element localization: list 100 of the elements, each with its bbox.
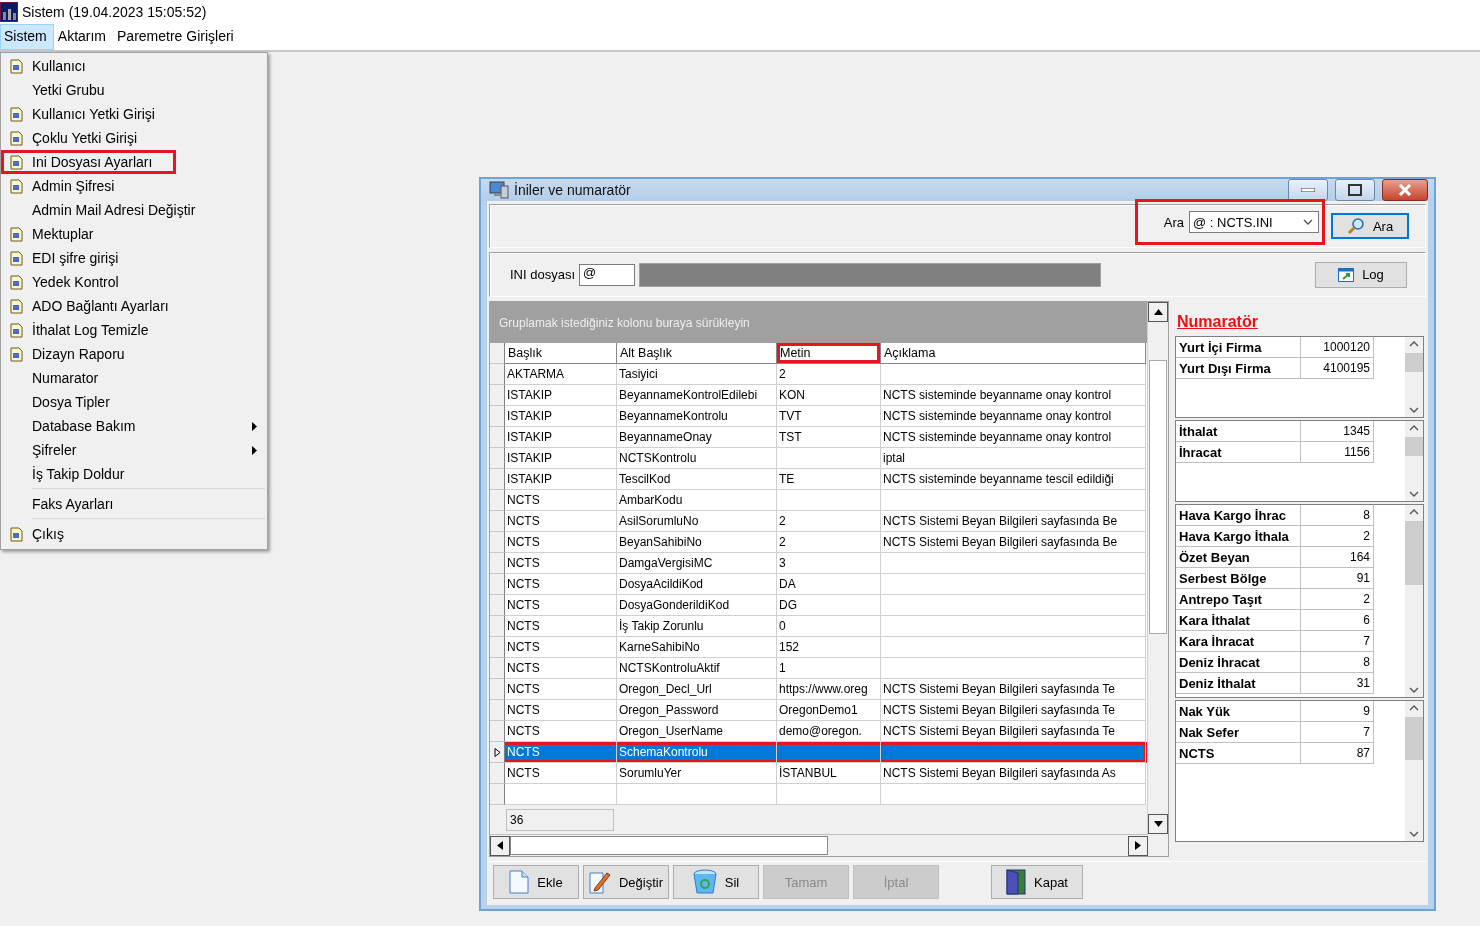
scroll-thumb[interactable] [1405, 521, 1423, 585]
menu-item[interactable]: Admin Şifresi [1, 174, 267, 198]
horizontal-scrollbar[interactable] [490, 834, 1148, 856]
menu-item[interactable]: Kullanıcı [1, 54, 267, 78]
table-row[interactable]: NCTS KarneSahibiNo 152 [490, 637, 1147, 658]
table-cell: NCTS [505, 721, 617, 742]
menu-bar-item[interactable]: Aktarım [53, 24, 114, 50]
column-header[interactable]: Metin [777, 343, 881, 364]
add-button[interactable]: Ekle [493, 865, 579, 899]
menu-item[interactable]: İthalat Log Temizle [1, 318, 267, 342]
table-cell: 152 [777, 637, 881, 658]
table-row[interactable]: NCTS Oregon_Password OregonDemo1 NCTS Sistemi Beyan Bilgileri sayfasında Te [490, 700, 1147, 721]
scroll-thumb[interactable] [1405, 717, 1423, 761]
log-button[interactable]: Log [1315, 261, 1407, 288]
table-row[interactable]: AKTARMA Tasiyici 2 [490, 364, 1147, 385]
table-row[interactable]: ISTAKIP BeyannameKontrolEdilebi KON NCTS sisteminde beyanname onay kontrol [490, 385, 1147, 406]
minimize-button[interactable] [1288, 179, 1328, 201]
document-icon [9, 526, 24, 542]
menu-item[interactable]: Kullanıcı Yetki Girişi [1, 102, 267, 126]
ini-file-label: INI dosyası [510, 267, 576, 282]
vertical-scrollbar[interactable] [1147, 302, 1168, 834]
menu-item[interactable]: Şifreler [1, 438, 267, 462]
menu-item[interactable]: Admin Mail Adresi Değiştir [1, 198, 267, 222]
table-row[interactable]: ISTAKIP NCTSKontrolu iptal [490, 448, 1147, 469]
table-cell: Oregon_Password [617, 700, 777, 721]
counter-label: Kara İthalat [1176, 610, 1301, 631]
search-combobox[interactable]: @ : NCTS.INI [1189, 211, 1319, 233]
scrollbar[interactable] [1405, 505, 1423, 697]
table-cell: İSTANBUL [777, 763, 881, 784]
table-row[interactable]: ISTAKIP BeyannameOnay TST NCTS sisteminde beyanname onay kontrol [490, 427, 1147, 448]
menu-item[interactable]: EDI şifre girişi [1, 246, 267, 270]
column-header[interactable]: Başlık [505, 343, 617, 364]
close-button[interactable] [1382, 179, 1428, 201]
table-row[interactable]: NCTS Oregon_Decl_Url https://www.oreg NCTS Sistemi Beyan Bilgileri sayfasında Te [490, 679, 1147, 700]
table-row[interactable]: NCTS SorumluYer İSTANBUL NCTS Sistemi Beyan Bilgileri sayfasında As [490, 763, 1147, 784]
menu-item[interactable]: Dosya Tipler [1, 390, 267, 414]
menu-item[interactable]: Ini Dosyası Ayarları [1, 150, 176, 174]
menu-bar-item[interactable]: Paremetre Girişleri [113, 24, 241, 50]
counter-value: 87 [1301, 743, 1374, 764]
scroll-thumb[interactable] [1405, 437, 1423, 457]
table-cell: BeyannameKontrolu [617, 406, 777, 427]
counter-label: Yurt Dışı Firma [1176, 358, 1301, 379]
table-cell: ISTAKIP [505, 385, 617, 406]
table-cell: NCTSKontrolu [617, 448, 777, 469]
menu-item[interactable]: Yetki Grubu [1, 78, 267, 102]
down-chevron-icon [1409, 687, 1419, 693]
table-row[interactable]: NCTS NCTSKontroluAktif 1 [490, 658, 1147, 679]
scrollbar[interactable] [1405, 701, 1423, 841]
up-chevron-icon [1409, 509, 1419, 515]
table-row[interactable]: NCTS BeyanSahibiNo 2 NCTS Sistemi Beyan Bilgileri sayfasında Be [490, 532, 1147, 553]
menu-item[interactable]: Mektuplar [1, 222, 267, 246]
scroll-thumb[interactable] [1405, 353, 1423, 373]
table-row[interactable]: ISTAKIP BeyannameKontrolu TVT NCTS sisteminde beyanname onay kontrol [490, 406, 1147, 427]
table-cell: https://www.oreg [777, 679, 881, 700]
table-row[interactable]: ISTAKIP TescilKod TE NCTS sisteminde beyanname tescil edildiği [490, 469, 1147, 490]
row-indicator[interactable] [490, 742, 505, 763]
delete-button[interactable]: Sil [673, 865, 759, 899]
menu-bar-item[interactable]: Sistem [0, 24, 54, 50]
table-row[interactable]: NCTS DosyaAcildiKod DA [490, 574, 1147, 595]
menu-item[interactable]: Yedek Kontrol [1, 270, 267, 294]
search-button[interactable]: Ara [1331, 213, 1409, 239]
menu-item[interactable]: Numarator [1, 366, 267, 390]
close-button[interactable]: Kapat [991, 865, 1083, 899]
scrollbar[interactable] [1405, 421, 1423, 501]
table-cell: NCTS sisteminde beyanname onay kontrol [881, 406, 1146, 427]
up-chevron-icon [1409, 341, 1419, 347]
scrollbar[interactable] [1405, 337, 1423, 417]
table-row[interactable]: NCTS DamgaVergisiMC 3 [490, 553, 1147, 574]
table-cell: NCTS [505, 490, 617, 511]
table-row[interactable]: NCTS İş Takip Zorunlu 0 [490, 616, 1147, 637]
ini-file-field[interactable]: @ [579, 263, 636, 286]
table-cell: AKTARMA [505, 364, 617, 385]
maximize-button[interactable] [1335, 179, 1375, 201]
document-icon [509, 870, 530, 894]
menu-item[interactable]: Dizayn Raporu [1, 342, 267, 366]
table-cell: ISTAKIP [505, 427, 617, 448]
table-row[interactable]: NCTS DosyaGonderildiKod DG [490, 595, 1147, 616]
door-icon [1006, 869, 1026, 895]
menu-item[interactable]: Çoklu Yetki Girişi [1, 126, 267, 150]
menu-item[interactable]: İş Takip Doldur [1, 462, 267, 486]
menu-item[interactable]: Database Bakım [1, 414, 267, 438]
table-row[interactable]: NCTS AmbarKodu [490, 490, 1147, 511]
table-cell: BeyannameOnay [617, 427, 777, 448]
counter-value: 31 [1301, 673, 1374, 694]
table-row[interactable]: NCTS Oregon_UserName demo@oregon. NCTS Sistemi Beyan Bilgileri sayfasında Te [490, 721, 1147, 742]
column-header[interactable]: Açıklama [881, 343, 1146, 364]
menu-item[interactable]: ADO Bağlantı Ayarları [1, 294, 267, 318]
table-cell: NCTS [505, 658, 617, 679]
table-cell: TVT [777, 406, 881, 427]
edit-button[interactable]: Değiştir [583, 865, 669, 899]
scroll-thumb[interactable] [1149, 360, 1167, 634]
down-arrow-icon [1153, 821, 1163, 827]
scroll-thumb[interactable] [510, 836, 828, 855]
document-icon [9, 178, 24, 194]
counter-value: 9 [1301, 701, 1374, 722]
table-row[interactable]: NCTS AsilSorumluNo 2 NCTS Sistemi Beyan Bilgileri sayfasında Be [490, 511, 1147, 532]
document-icon [9, 250, 24, 266]
down-chevron-icon [1409, 491, 1419, 497]
table-row[interactable]: NCTS SchemaKontrolu [490, 742, 1147, 763]
column-header[interactable]: Alt Başlık [617, 343, 777, 364]
